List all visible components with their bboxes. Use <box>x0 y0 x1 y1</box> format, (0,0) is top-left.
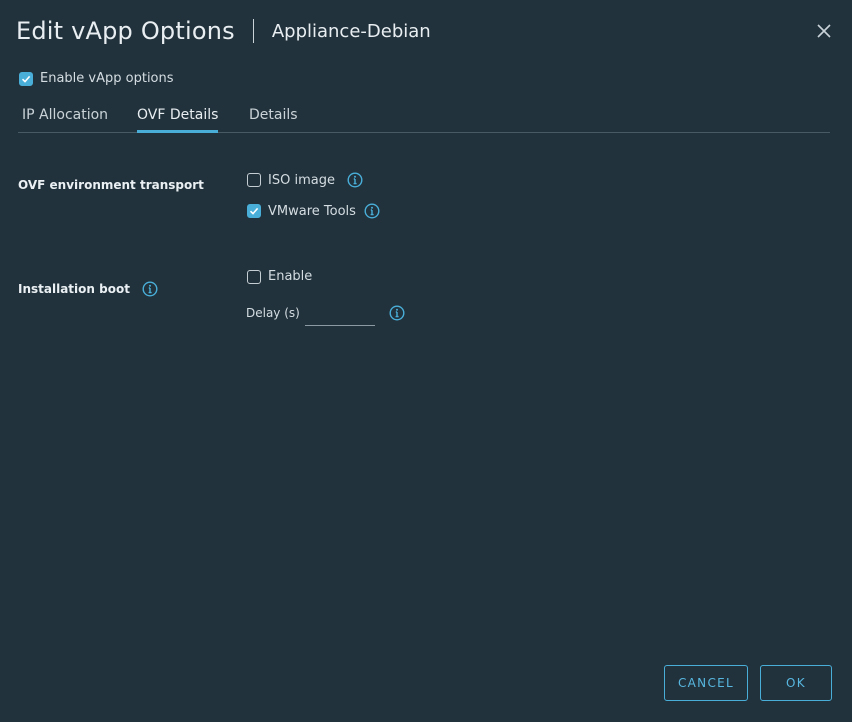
enable-vapp-checkbox[interactable] <box>19 71 33 86</box>
ok-button[interactable]: OK <box>760 665 832 701</box>
delay-label: Delay (s) <box>246 306 300 320</box>
dialog-header: Edit vApp Options Appliance-Debian <box>16 14 431 48</box>
boot-enable-label: Enable <box>268 269 313 284</box>
tab-bar: IP Allocation OVF Details Details <box>18 104 830 133</box>
title-divider <box>252 19 254 43</box>
close-icon[interactable] <box>812 19 836 43</box>
dialog-subtitle: Appliance-Debian <box>271 20 431 42</box>
info-icon[interactable] <box>389 305 405 321</box>
iso-image-option[interactable]: ISO image <box>247 172 363 188</box>
vmware-tools-option[interactable]: VMware Tools <box>247 203 380 219</box>
tab-ip-allocation[interactable]: IP Allocation <box>22 107 108 130</box>
vmware-tools-checkbox[interactable] <box>247 204 261 218</box>
iso-image-label: ISO image <box>268 172 335 188</box>
installation-boot-label: Installation boot <box>18 282 130 296</box>
installation-boot-heading: Installation boot <box>18 281 158 297</box>
enable-vapp-label: Enable vApp options <box>40 71 174 86</box>
vmware-tools-label: VMware Tools <box>268 203 356 219</box>
iso-image-checkbox[interactable] <box>247 173 261 187</box>
info-icon[interactable] <box>347 172 363 188</box>
cancel-button[interactable]: CANCEL <box>664 665 748 701</box>
info-icon[interactable] <box>142 281 158 297</box>
ovf-transport-label: OVF environment transport <box>18 178 204 192</box>
tab-ovf-details[interactable]: OVF Details <box>137 107 219 133</box>
delay-input[interactable] <box>305 303 375 326</box>
info-icon[interactable] <box>364 203 380 219</box>
tab-details[interactable]: Details <box>249 107 298 130</box>
enable-vapp-checkbox-row[interactable]: Enable vApp options <box>19 71 174 86</box>
boot-enable-checkbox[interactable] <box>247 269 261 284</box>
boot-enable-option[interactable]: Enable <box>247 269 312 284</box>
dialog-title: Edit vApp Options <box>16 17 235 45</box>
